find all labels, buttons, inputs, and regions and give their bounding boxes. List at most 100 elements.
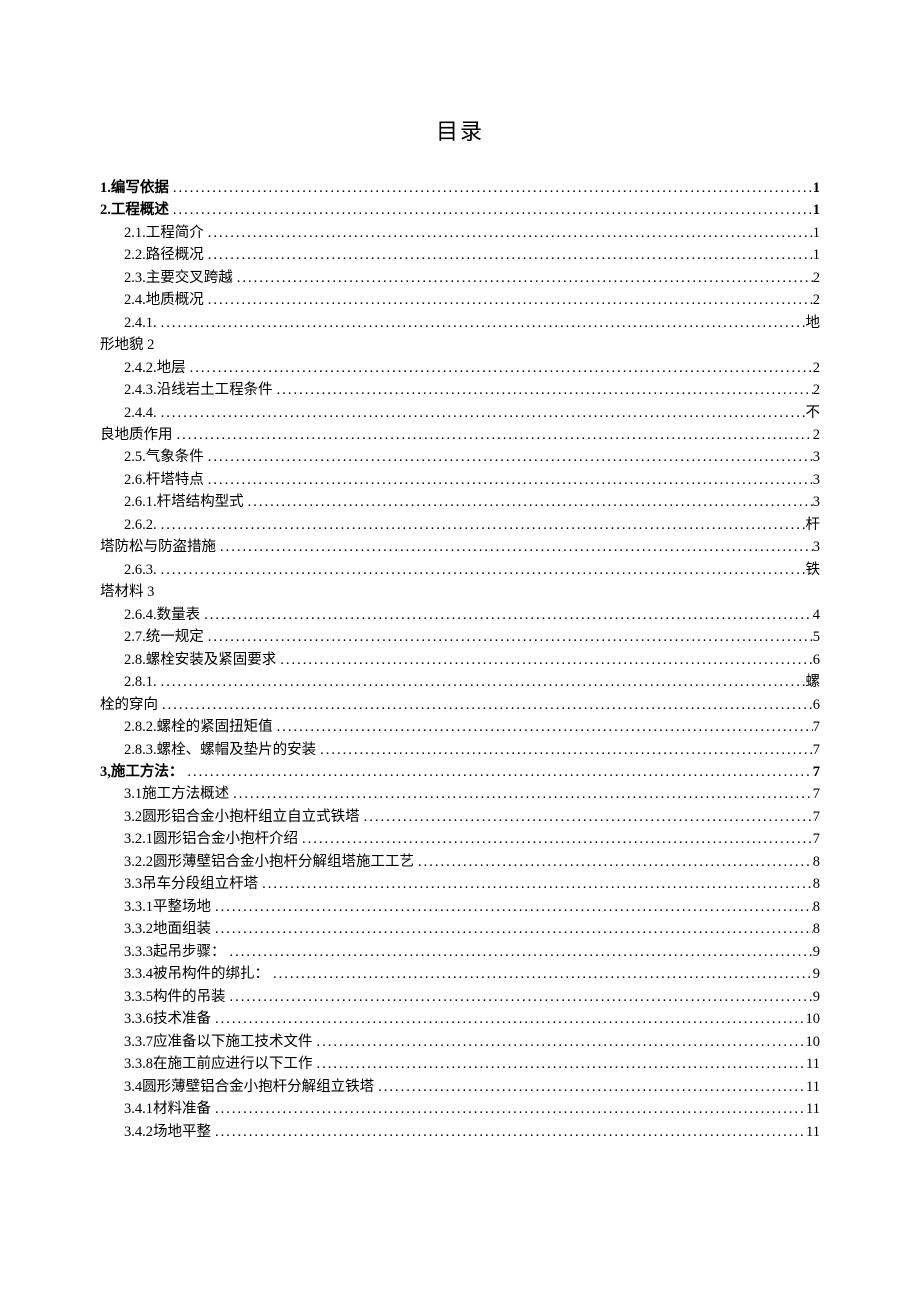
- toc-entry-page: 1: [813, 177, 820, 199]
- toc-entry: 3.3.3起吊步骤： 9: [100, 941, 820, 963]
- toc-entry: 2.6.3.铁: [100, 559, 820, 581]
- toc-entry-page: 9: [813, 941, 820, 963]
- toc-entry-number: 2.6.4.: [124, 604, 157, 626]
- toc-entry-number: 3.3.3: [124, 941, 153, 963]
- toc-entry-number: 2.1.: [124, 222, 146, 244]
- toc-entry: 2.5. 气象条件3: [100, 446, 820, 468]
- toc-entry-label: 路径概况: [146, 244, 204, 266]
- toc-entry: 塔材料 3: [100, 581, 820, 603]
- toc-entry-label: 圆形薄壁铝合金小抱杆分解组塔施工工艺: [153, 851, 414, 873]
- toc-entry-number: 2.4.3.: [124, 379, 157, 401]
- toc-entry-label: 技术准备: [153, 1008, 211, 1030]
- toc-entry-label: 螺栓的紧固扭矩值: [157, 716, 273, 738]
- toc-entry-number: 3.3.8: [124, 1053, 153, 1075]
- toc-leader-dots: [211, 896, 813, 918]
- toc-leader-dots: [313, 1031, 806, 1053]
- toc-entry-page: 2: [813, 289, 820, 311]
- toc-entry-page: 1: [813, 222, 820, 244]
- toc-entry-number: 3.4.2: [124, 1121, 153, 1143]
- toc-entry-label: 吊车分段组立杆塔: [142, 873, 258, 895]
- toc-entry-number: 2.6.2.: [124, 514, 157, 536]
- toc-entry-label: 构件的吊装: [153, 986, 226, 1008]
- toc-entry-number: 3.3.5: [124, 986, 153, 1008]
- toc-entry-number: 3.1: [124, 783, 142, 805]
- toc-entry-label: 在施工前应进行以下工作: [153, 1053, 313, 1075]
- toc-leader-dots: [173, 424, 813, 446]
- toc-entry: 栓的穿向6: [100, 694, 820, 716]
- toc-entry-label: .工程概述: [107, 199, 169, 221]
- toc-entry-label: 良地质作用: [100, 424, 173, 446]
- toc-entry-number: 1: [100, 177, 107, 199]
- toc-entry-number: 2.2.: [124, 244, 146, 266]
- toc-entry: 2.6.4.数量表4: [100, 604, 820, 626]
- toc-entry-page: 8: [813, 896, 820, 918]
- toc-entry-label: 圆形铝合金小抱杆组立自立式铁塔: [142, 806, 360, 828]
- toc-entry-label: 栓的穿向: [100, 694, 158, 716]
- toc-leader-dots: [204, 289, 813, 311]
- toc-entry-page: 7: [813, 783, 820, 805]
- toc-entry: 3.2.1圆形铝合金小抱杆介绍 7: [100, 828, 820, 850]
- toc-entry-label: 塔防松与防盗措施: [100, 536, 216, 558]
- toc-entry-number: 2.5.: [124, 446, 146, 468]
- toc-entry-label: 施工方法概述: [142, 783, 229, 805]
- toc-entry-page: 2: [813, 424, 820, 446]
- toc-entry-label: 被吊构件的绑扎：: [153, 963, 269, 985]
- toc-entry: 3.3.6技术准备 10: [100, 1008, 820, 1030]
- toc-entry-page: 7: [813, 716, 820, 738]
- toc-entry-label: 地质概况: [146, 289, 204, 311]
- toc-entry-label: 螺栓、螺帽及垫片的安装: [157, 739, 317, 761]
- toc-leader-dots: [233, 267, 813, 289]
- toc-entry-page: 不: [806, 402, 821, 424]
- toc-entry-label: 主要交叉跨越: [146, 267, 233, 289]
- toc-entry-page: 9: [813, 963, 820, 985]
- page-title: 目录: [100, 115, 820, 149]
- toc-entry-number: 2.6.3.: [124, 559, 157, 581]
- toc-entry: 塔防松与防盗措施3: [100, 536, 820, 558]
- toc-leader-dots: [204, 244, 813, 266]
- toc-entry: 3.3.7应准备以下施工技术文件 10: [100, 1031, 820, 1053]
- toc-entry-label: 杆塔结构型式: [157, 491, 244, 513]
- toc-entry: 2.1. 工程简介1: [100, 222, 820, 244]
- toc-leader-dots: [157, 514, 806, 536]
- toc-entry: 2.4. 地质概况 2: [100, 289, 820, 311]
- toc-entry-number: 2.3.: [124, 267, 146, 289]
- toc-entry-page: 1: [813, 244, 820, 266]
- toc-entry-label: 材料准备: [153, 1098, 211, 1120]
- toc-leader-dots: [316, 739, 813, 761]
- toc-entry: 3.3.5构件的吊装 9: [100, 986, 820, 1008]
- toc-entry-page: 7: [813, 761, 820, 783]
- toc-entry-number: 2.8.: [124, 649, 146, 671]
- toc-entry-label: 沿线岩土工程条件: [157, 379, 273, 401]
- toc-entry-number: 3.3.7: [124, 1031, 153, 1053]
- toc-entry-label: 统一规定: [146, 626, 204, 648]
- toc-leader-dots: [269, 963, 813, 985]
- toc-entry-number: 2.7.: [124, 626, 146, 648]
- toc-entry-page: 6: [813, 649, 820, 671]
- toc-entry: 2.8.1.螺: [100, 671, 820, 693]
- toc-leader-dots: [374, 1076, 806, 1098]
- toc-entry-number: 2.8.2.: [124, 716, 157, 738]
- toc-entry-number: 3.3.1: [124, 896, 153, 918]
- toc-entry: 2.8.3.螺栓、螺帽及垫片的安装7: [100, 739, 820, 761]
- toc-entry-page: 杆: [806, 514, 821, 536]
- toc-entry: 2.4.3.沿线岩土工程条件 2: [100, 379, 820, 401]
- toc-entry-page: 2: [813, 379, 820, 401]
- toc-entry-number: 3.4.1: [124, 1098, 153, 1120]
- toc-leader-dots: [244, 491, 813, 513]
- toc-entry-number: 2.4.: [124, 289, 146, 311]
- toc-entry-number: 2.4.4.: [124, 402, 157, 424]
- toc-entry-page: 10: [806, 1008, 821, 1030]
- toc-leader-dots: [204, 446, 813, 468]
- toc-entry-number: 2.8.3.: [124, 739, 157, 761]
- toc-entry: 3.3.4被吊构件的绑扎： 9: [100, 963, 820, 985]
- toc-entry-page: 10: [806, 1031, 821, 1053]
- toc-entry-number: 2.8.1.: [124, 671, 157, 693]
- toc-entry: 2.4.1.地: [100, 312, 820, 334]
- toc-entry: 2.2. 路径概况 1: [100, 244, 820, 266]
- toc-leader-dots: [273, 379, 813, 401]
- toc-entry-page: 2: [813, 267, 820, 289]
- table-of-contents: 1 .编写依据12 .工程概述12.1. 工程简介12.2. 路径概况12.3.…: [100, 177, 820, 1143]
- toc-leader-dots: [258, 873, 813, 895]
- toc-entry-number: 3.2: [124, 806, 142, 828]
- toc-entry: 3.2 圆形铝合金小抱杆组立自立式铁塔7: [100, 806, 820, 828]
